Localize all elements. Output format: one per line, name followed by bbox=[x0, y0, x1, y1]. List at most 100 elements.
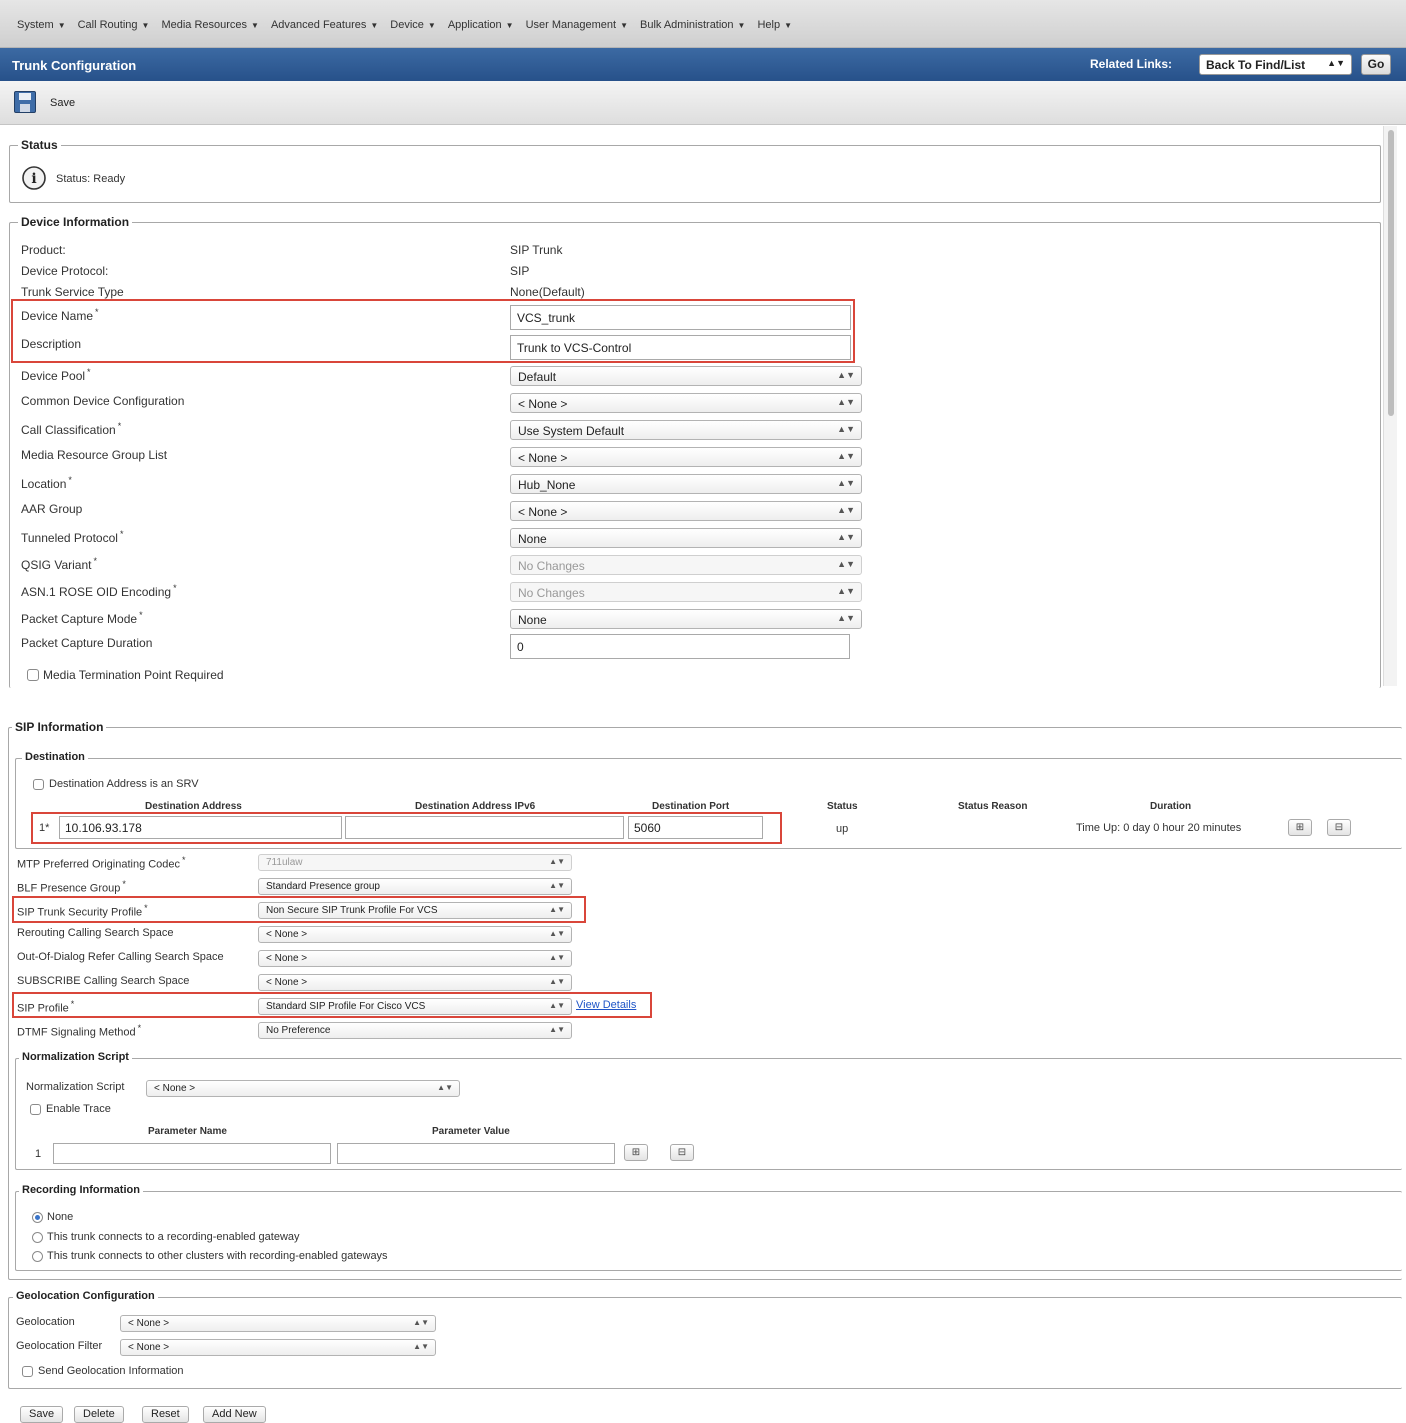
select-value: Default bbox=[518, 370, 557, 384]
menu-application[interactable]: Application ▼ bbox=[448, 19, 514, 31]
required-mark: * bbox=[173, 583, 177, 593]
chevron-down-icon: ▼ bbox=[784, 21, 793, 30]
chevron-down-icon: ▼ bbox=[251, 21, 259, 30]
aar-group-select[interactable]: < None > ▲▼ bbox=[510, 501, 862, 521]
menu-label: System bbox=[17, 19, 54, 31]
parameter-value-input[interactable] bbox=[337, 1143, 615, 1164]
srv-checkbox[interactable] bbox=[33, 779, 44, 790]
required-mark: * bbox=[70, 999, 75, 1009]
add-parameter-button[interactable]: ⊞ bbox=[624, 1144, 648, 1161]
select-value: No Changes bbox=[518, 559, 585, 573]
menu-user-management[interactable]: User Management ▼ bbox=[526, 19, 628, 31]
view-details-link[interactable]: View Details bbox=[576, 999, 636, 1011]
menu-bulk-administration[interactable]: Bulk Administration ▼ bbox=[640, 19, 745, 31]
device-name-label: Device Name * bbox=[21, 307, 99, 323]
select-value: < None > bbox=[128, 1342, 170, 1353]
status-section: Status i Status: Ready bbox=[9, 138, 1381, 203]
col-status: Status bbox=[827, 801, 858, 812]
device-pool-label: Device Pool * bbox=[21, 367, 91, 383]
required-mark: * bbox=[182, 855, 186, 865]
parameter-name-input[interactable] bbox=[53, 1143, 331, 1164]
menu-help[interactable]: Help ▼ bbox=[757, 19, 792, 31]
reset-button[interactable]: Reset bbox=[142, 1406, 189, 1423]
select-arrows-icon: ▲▼ bbox=[837, 397, 855, 407]
destination-duration: Time Up: 0 day 0 hour 20 minutes bbox=[1076, 822, 1242, 834]
send-geolocation-checkbox[interactable] bbox=[22, 1366, 33, 1377]
label-text: SIP Trunk Security Profile bbox=[17, 906, 143, 919]
description-input[interactable]: Trunk to VCS-Control bbox=[510, 335, 851, 360]
subscribe-css-select[interactable]: < None > ▲▼ bbox=[258, 974, 572, 991]
sip-profile-select[interactable]: Standard SIP Profile For Cisco VCS ▲▼ bbox=[258, 998, 572, 1015]
menu-advanced-features[interactable]: Advanced Features ▼ bbox=[271, 19, 378, 31]
geolocation-select[interactable]: < None > ▲▼ bbox=[120, 1315, 436, 1332]
menu-label: Device bbox=[390, 19, 424, 31]
select-value: < None > bbox=[518, 451, 568, 465]
mtp-required-checkbox[interactable] bbox=[27, 669, 39, 681]
floppy-disk-icon[interactable] bbox=[14, 91, 36, 113]
normalization-script-label: Normalization Script bbox=[26, 1081, 125, 1093]
device-information-legend: Device Information bbox=[18, 215, 133, 229]
mtp-codec-select: 711ulaw ▲▼ bbox=[258, 854, 572, 871]
save-button[interactable]: Save bbox=[20, 1406, 64, 1423]
select-value: Standard SIP Profile For Cisco VCS bbox=[266, 1001, 426, 1012]
menu-label: Advanced Features bbox=[270, 19, 367, 31]
destination-port-input[interactable]: 5060 bbox=[628, 816, 763, 839]
vertical-scrollbar[interactable] bbox=[1383, 126, 1397, 686]
product-label: Product: bbox=[21, 243, 66, 257]
menu-system[interactable]: System ▼ bbox=[17, 19, 66, 31]
media-resource-group-list-select[interactable]: < None > ▲▼ bbox=[510, 447, 862, 467]
menu-call-routing[interactable]: Call Routing ▼ bbox=[78, 19, 150, 31]
sip-trunk-security-profile-select[interactable]: Non Secure SIP Trunk Profile For VCS ▲▼ bbox=[258, 902, 572, 919]
required-mark: * bbox=[122, 879, 126, 889]
main-menu-bar: System ▼ Call Routing ▼ Media Resources ▼ A… bbox=[0, 0, 1406, 48]
col-destination-port: Destination Port bbox=[652, 801, 730, 812]
select-arrows-icon: ▲▼ bbox=[549, 1025, 565, 1034]
chevron-down-icon: ▼ bbox=[370, 21, 379, 30]
go-button[interactable]: Go bbox=[1361, 54, 1391, 75]
aar-group-label: AAR Group bbox=[21, 502, 83, 516]
delete-button[interactable]: Delete bbox=[74, 1406, 124, 1423]
mtp-required-label: Media Termination Point Required bbox=[43, 668, 224, 682]
remove-destination-button[interactable]: ⊟ bbox=[1327, 819, 1351, 836]
location-label: Location * bbox=[21, 475, 72, 491]
select-arrows-icon: ▲▼ bbox=[837, 505, 855, 515]
location-select[interactable]: Hub_None ▲▼ bbox=[510, 474, 862, 494]
enable-trace-checkbox[interactable] bbox=[30, 1104, 41, 1115]
menu-label: Bulk Administration bbox=[640, 19, 734, 31]
destination-address-ipv6-input[interactable] bbox=[345, 816, 624, 839]
blf-presence-group-select[interactable]: Standard Presence group ▲▼ bbox=[258, 878, 572, 895]
info-icon: i bbox=[22, 166, 46, 190]
asn-rose-oid-label: ASN.1 ROSE OID Encoding * bbox=[21, 583, 177, 599]
packet-capture-mode-select[interactable]: None ▲▼ bbox=[510, 609, 862, 629]
select-value: < None > bbox=[266, 977, 308, 988]
menu-media-resources[interactable]: Media Resources ▼ bbox=[161, 19, 259, 31]
normalization-script-select[interactable]: < None > ▲▼ bbox=[146, 1080, 460, 1097]
add-new-button[interactable]: Add New bbox=[203, 1406, 266, 1423]
packet-capture-duration-input[interactable]: 0 bbox=[510, 634, 850, 659]
add-destination-button[interactable]: ⊞ bbox=[1288, 819, 1312, 836]
call-classification-select[interactable]: Use System Default ▲▼ bbox=[510, 420, 862, 440]
geolocation-filter-select[interactable]: < None > ▲▼ bbox=[120, 1339, 436, 1356]
common-device-config-select[interactable]: < None > ▲▼ bbox=[510, 393, 862, 413]
tunneled-protocol-select[interactable]: None ▲▼ bbox=[510, 528, 862, 548]
recording-other-clusters-radio[interactable] bbox=[32, 1251, 43, 1262]
device-pool-select[interactable]: Default ▲▼ bbox=[510, 366, 862, 386]
scrollbar-thumb[interactable] bbox=[1388, 130, 1394, 416]
menu-device[interactable]: Device ▼ bbox=[390, 19, 436, 31]
select-arrows-icon: ▲▼ bbox=[837, 613, 855, 623]
device-name-input[interactable]: VCS_trunk bbox=[510, 305, 851, 330]
destination-address-input[interactable]: 10.106.93.178 bbox=[59, 816, 342, 839]
plus-icon: ⊞ bbox=[631, 1147, 641, 1158]
recording-gateway-radio[interactable] bbox=[32, 1232, 43, 1243]
tunneled-protocol-label: Tunneled Protocol * bbox=[21, 529, 123, 545]
out-of-dialog-refer-css-select[interactable]: < None > ▲▼ bbox=[258, 950, 572, 967]
select-arrows-icon: ▲▼ bbox=[837, 424, 855, 434]
remove-parameter-button[interactable]: ⊟ bbox=[670, 1144, 694, 1161]
recording-none-label: None bbox=[47, 1211, 74, 1223]
rerouting-css-select[interactable]: < None > ▲▼ bbox=[258, 926, 572, 943]
related-links-select[interactable]: Back To Find/List ▲▼ bbox=[1199, 54, 1352, 75]
recording-none-radio[interactable] bbox=[32, 1212, 43, 1223]
toolbar-save-button[interactable]: Save bbox=[50, 97, 75, 109]
dtmf-signaling-select[interactable]: No Preference ▲▼ bbox=[258, 1022, 572, 1039]
qsig-variant-select: No Changes ▲▼ bbox=[510, 555, 862, 575]
